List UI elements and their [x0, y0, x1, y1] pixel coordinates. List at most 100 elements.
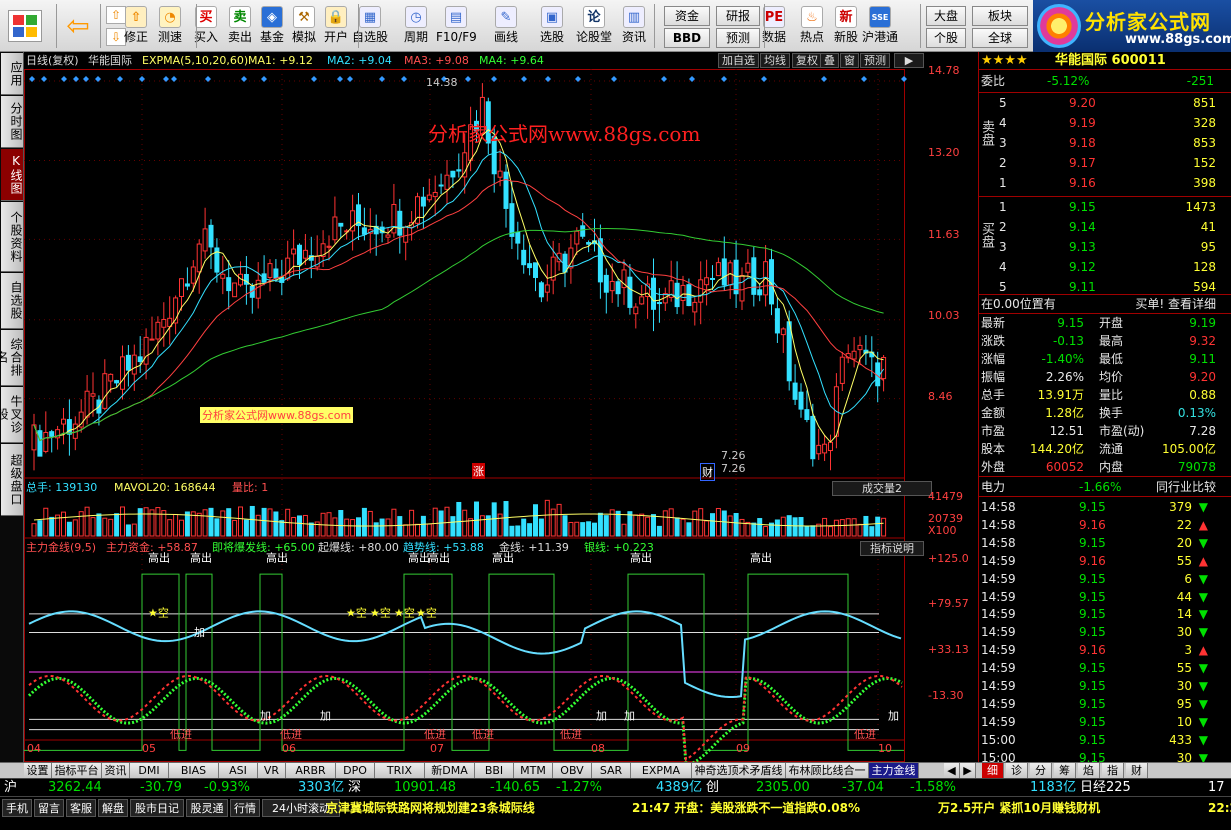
bottom-tab-2[interactable]: 资讯 — [102, 763, 130, 779]
toolbar-button-17[interactable]: SSE 沪港通 — [860, 0, 900, 52]
volume-bar — [497, 513, 503, 537]
left-tab-0[interactable]: 应用 — [1, 53, 23, 95]
volume-bar — [639, 513, 645, 537]
event-diamond-icon — [821, 76, 827, 82]
left-tab-6[interactable]: 牛叉诊股 — [0, 387, 23, 443]
box-yanbao[interactable]: 研报 — [716, 6, 760, 26]
box-quanqiu[interactable]: 全球 — [972, 28, 1028, 48]
left-tab-4[interactable]: 自选股 — [1, 273, 23, 329]
chart-svg[interactable]: 高出 高出 高出 高出高出 高出 高出 高出低进 低进 低进 低进 低进 低进加加加加加加★空 ★空 ★空… — [24, 52, 978, 762]
bottom-tab-15[interactable]: EXPMA — [631, 763, 692, 779]
event-markers — [29, 76, 907, 82]
bottom-tab-3[interactable]: DMI — [130, 763, 169, 779]
box-gegu[interactable]: 个股 — [926, 28, 966, 48]
toolbar-button-14[interactable]: PE 数据 — [754, 0, 794, 52]
toolbar-button-13[interactable]: ▥ 资讯 — [614, 0, 654, 52]
ind-v1: 主力资金: +58.87 — [106, 541, 198, 554]
box-yuce[interactable]: 预测 — [716, 28, 760, 48]
status-button-1[interactable]: 留言 — [34, 799, 64, 817]
bottom-tab-5[interactable]: ASI — [219, 763, 258, 779]
bottom-tab-17[interactable]: 布林顾比线合一 — [786, 763, 869, 779]
candle-body — [326, 245, 332, 248]
status-button-0[interactable]: 手机 — [2, 799, 32, 817]
box-bankuai[interactable]: 板块 — [972, 6, 1028, 26]
toolbar-button-10[interactable]: ✎ 画线 — [486, 0, 526, 52]
bottom-tab-10[interactable]: 新DMA — [425, 763, 475, 779]
bottom-tab-9[interactable]: TRIX — [375, 763, 425, 779]
sz-pct: -1.27% — [556, 780, 602, 795]
volume-bar — [721, 510, 727, 537]
bottom-tab-8[interactable]: DPO — [336, 763, 375, 779]
status-button-5[interactable]: 股灵通 — [186, 799, 228, 817]
tab-scroll-right-icon[interactable]: ▶ — [960, 763, 976, 779]
news-ticker-3[interactable]: 万2.5开户 紧抓10月赚钱财机 — [938, 799, 1100, 817]
volume-bar — [674, 517, 680, 537]
volume-bar — [633, 514, 639, 537]
right-panel-tab-1[interactable]: 诊 — [1006, 763, 1028, 779]
volume-bar — [491, 502, 497, 537]
bottom-tab-12[interactable]: MTM — [514, 763, 553, 779]
toolbar-button-9[interactable]: ▤ F10/F9 — [436, 0, 477, 52]
bottom-tab-6[interactable]: VR — [258, 763, 286, 779]
volume-bar — [521, 518, 527, 537]
event-diamond-icon — [465, 76, 471, 82]
bottom-tab-7[interactable]: ARBR — [286, 763, 336, 779]
status-button-3[interactable]: 解盘 — [98, 799, 128, 817]
left-tab-5[interactable]: 综合排名 — [0, 330, 23, 386]
volume-bar — [143, 507, 149, 537]
right-panel-tab-2[interactable]: 分 — [1030, 763, 1052, 779]
cy-change: -37.04 — [842, 780, 884, 795]
left-tab-3[interactable]: 个股资料 — [1, 202, 23, 272]
volume-bar — [297, 515, 302, 537]
arrow-down-icon: ▼ — [1198, 571, 1208, 586]
status-button-6[interactable]: 行情 — [230, 799, 260, 817]
status-button-4[interactable]: 股市日记 — [130, 799, 184, 817]
indicator-help-button[interactable]: 指标说明 — [860, 541, 924, 556]
volume-bar — [108, 518, 114, 537]
toolbar-button-7[interactable]: ▦ 自选股 — [350, 0, 390, 52]
status-button-2[interactable]: 客服 — [66, 799, 96, 817]
tick-row: 14:59 9.15 55 ▼ — [979, 659, 1231, 677]
stat-value: 60052 — [1045, 460, 1084, 474]
volume-type-button[interactable]: 成交量2 — [832, 481, 932, 496]
news-ticker-2[interactable]: 21:47 开盘：美股涨跌不一道指跌0.08% — [632, 799, 860, 817]
right-panel-tab-4[interactable]: 焰 — [1078, 763, 1100, 779]
back-arrow-icon[interactable]: ⇦ — [62, 10, 94, 42]
date-axis-label: 07 — [430, 742, 444, 755]
bottom-tab-16[interactable]: 神奇选顶术矛盾线 — [692, 763, 786, 779]
right-panel-tab-6[interactable]: 财 — [1126, 763, 1148, 779]
bottom-tab-18[interactable]: 主力金线 — [869, 763, 919, 779]
left-vertical-tabs: 应用 分时图 K线图 个股资料 自选股 综合排名 牛叉诊股 超级盘口 — [0, 52, 24, 762]
tab-scroll-left-icon[interactable]: ◀ — [944, 763, 960, 779]
toolbar-icon-6: 🔒 — [325, 6, 347, 28]
box-zijin[interactable]: 资金 — [664, 6, 710, 26]
sell-row: 4 9.19 328 — [979, 114, 1231, 132]
right-panel-tab-3[interactable]: 筹 — [1054, 763, 1076, 779]
bottom-tab-1[interactable]: 指标平台 — [52, 763, 102, 779]
toolbar-button-11[interactable]: ▣ 选股 — [532, 0, 572, 52]
bottom-tab-4[interactable]: BIAS — [169, 763, 219, 779]
bottom-tab-14[interactable]: SAR — [592, 763, 631, 779]
kline-chart-area[interactable]: 日线(复权) 华能国际 EXPMA(5,10,20,60) MA1: +9.12… — [24, 52, 978, 762]
tick-time: 14:58 — [981, 517, 1016, 532]
grid-icon[interactable] — [8, 10, 42, 42]
box-dapan[interactable]: 大盘 — [926, 6, 966, 26]
bottom-tab-11[interactable]: BBI — [475, 763, 514, 779]
toolbar-button-8[interactable]: ◷ 周期 — [396, 0, 436, 52]
toolbar-button-12[interactable]: 论论股堂 — [574, 0, 614, 52]
left-tab-2[interactable]: K线图 — [1, 149, 23, 201]
news-ticker-1[interactable]: 京津冀城际铁路网将规划建23条城际线 — [326, 799, 535, 817]
left-tab-1[interactable]: 分时图 — [1, 96, 23, 148]
box-bbd[interactable]: BBD — [664, 28, 710, 48]
bottom-tab-13[interactable]: OBV — [553, 763, 592, 779]
tick-price: 9.15 — [1079, 661, 1106, 676]
bottom-tab-0[interactable]: 设置 — [24, 763, 52, 779]
left-tab-7[interactable]: 超级盘口 — [1, 444, 23, 516]
tick-time: 14:58 — [981, 500, 1016, 514]
right-panel-tab-5[interactable]: 指 — [1102, 763, 1124, 779]
toolbar-button-1[interactable]: ◔ 测速 — [150, 0, 190, 52]
stat-value: 2.26% — [1045, 370, 1084, 384]
candle-body — [538, 282, 544, 298]
right-panel-tab-0[interactable]: 细 — [982, 763, 1004, 779]
stat-value: 13.91万 — [1037, 388, 1084, 402]
